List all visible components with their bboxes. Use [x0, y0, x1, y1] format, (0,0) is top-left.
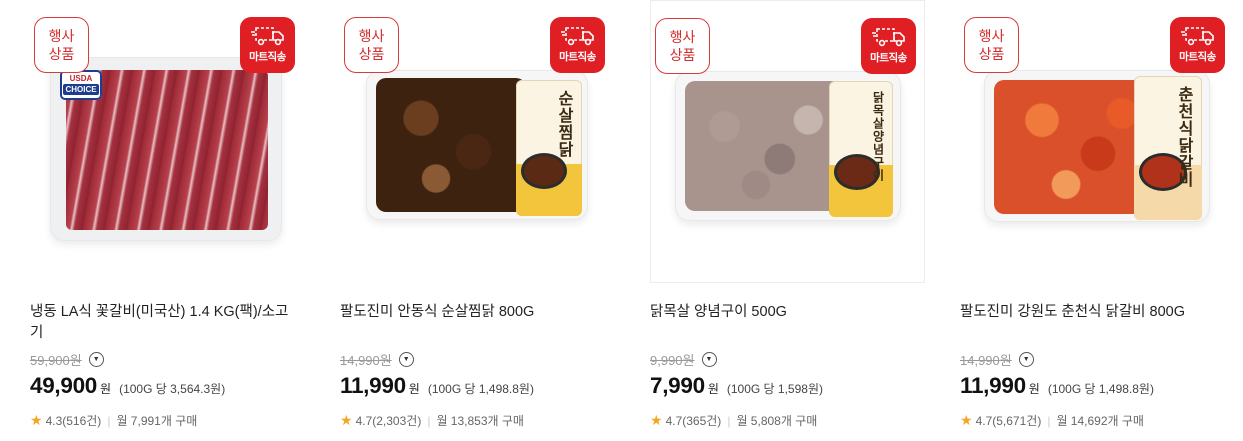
- event-product-badge: 행사 상품: [655, 18, 710, 74]
- sale-price: 7,990: [650, 373, 705, 398]
- package-title: 춘천식닭갈비: [1175, 86, 1194, 188]
- divider: |: [1047, 413, 1051, 428]
- product-image[interactable]: 닭목살양념구이 행사 상품 마트직송: [650, 0, 925, 283]
- rating-value: 4.7: [975, 413, 993, 428]
- delivery-truck-icon: [1180, 27, 1214, 46]
- price-currency: 원: [707, 382, 719, 396]
- product-card[interactable]: 닭목살양념구이 행사 상품 마트직송 닭목살 양념구이 500G 9,990원 …: [650, 0, 925, 441]
- sale-price-row: 49,900 원 (100G 당 3,564.3원): [30, 373, 225, 399]
- original-price: 59,900원: [30, 353, 82, 368]
- star-icon: ★: [960, 412, 973, 428]
- mart-delivery-badge: 마트직송: [550, 17, 605, 73]
- product-card[interactable]: 순살찜닭 행사 상품 마트직송 팔도진미 안동식 순살찜닭 800G 14,99…: [340, 0, 615, 441]
- monthly-purchase: 월 14,692개 구매: [1056, 414, 1144, 428]
- event-product-badge: 행사 상품: [34, 17, 89, 73]
- review-count: (516건): [62, 414, 102, 428]
- rating-row: ★ 4.3 (516건) | 월 7,991개 구매: [30, 412, 197, 429]
- original-price: 14,990원: [340, 353, 392, 368]
- original-price-row: 9,990원 ▼: [650, 350, 717, 369]
- review-count: (365건): [682, 414, 722, 428]
- star-icon: ★: [30, 412, 43, 428]
- delivery-truck-icon: [560, 27, 594, 46]
- price-currency: 원: [408, 382, 420, 396]
- product-card[interactable]: USDA CHOICE 행사 상품 마트직송 냉동 LA식 꽃갈비(미국산) 1…: [30, 0, 305, 441]
- divider: |: [427, 413, 431, 428]
- unit-price: (100G 당 1,498.8원): [1047, 382, 1154, 396]
- sale-price-row: 11,990 원 (100G 당 1,498.8원): [960, 373, 1154, 399]
- mart-delivery-badge: 마트직송: [1170, 17, 1225, 73]
- original-price-row: 14,990원 ▼: [340, 350, 414, 369]
- product-image[interactable]: 순살찜닭 행사 상품 마트직송: [340, 0, 615, 283]
- sale-price: 49,900: [30, 373, 98, 398]
- star-icon: ★: [650, 412, 663, 428]
- mart-delivery-badge: 마트직송: [240, 17, 295, 73]
- review-count: (5,671건): [992, 414, 1042, 428]
- rating-row: ★ 4.7 (5,671건) | 월 14,692개 구매: [960, 412, 1144, 429]
- package-title: 순살찜닭: [555, 90, 574, 158]
- rating-row: ★ 4.7 (365건) | 월 5,808개 구매: [650, 412, 817, 429]
- choice-text: CHOICE: [63, 84, 99, 95]
- star-icon: ★: [340, 412, 353, 428]
- package-label: 닭목살양념구이: [829, 81, 893, 217]
- sale-price-row: 11,990 원 (100G 당 1,498.8원): [340, 373, 534, 399]
- product-name[interactable]: 닭목살 양념구이 500G: [650, 302, 925, 323]
- delivery-truck-icon: [871, 28, 905, 47]
- unit-price: (100G 당 3,564.3원): [119, 382, 226, 396]
- product-name[interactable]: 팔도진미 안동식 순살찜닭 800G: [340, 302, 615, 323]
- monthly-purchase: 월 5,808개 구매: [736, 414, 818, 428]
- mart-delivery-badge: 마트직송: [861, 18, 916, 74]
- product-image[interactable]: USDA CHOICE 행사 상품 마트직송: [30, 0, 305, 283]
- sale-price: 11,990: [340, 373, 406, 398]
- package-label: 춘천식닭갈비: [1134, 76, 1202, 220]
- sale-price-row: 7,990 원 (100G 당 1,598원): [650, 373, 823, 399]
- unit-price: (100G 당 1,598원): [726, 382, 823, 396]
- price-currency: 원: [100, 382, 112, 396]
- rating-value: 4.3: [45, 413, 63, 428]
- original-price-row: 59,900원 ▼: [30, 350, 104, 369]
- product-name[interactable]: 냉동 LA식 꽃갈비(미국산) 1.4 KG(팩)/소고 기: [30, 302, 305, 344]
- spicy-chicken: [994, 80, 1154, 214]
- chevron-down-icon[interactable]: ▼: [398, 352, 414, 367]
- price-currency: 원: [1028, 382, 1040, 396]
- divider: |: [727, 413, 731, 428]
- original-price-row: 14,990원 ▼: [960, 350, 1034, 369]
- package-title: 닭목살양념구이: [871, 91, 885, 182]
- usda-choice-logo: USDA CHOICE: [60, 70, 102, 100]
- rating-value: 4.7: [355, 413, 373, 428]
- chicken-neck-meat: [685, 81, 843, 211]
- event-product-badge: 행사 상품: [344, 17, 399, 73]
- rating-value: 4.7: [665, 413, 683, 428]
- unit-price: (100G 당 1,498.8원): [427, 382, 534, 396]
- braised-chicken: [376, 78, 526, 212]
- rating-row: ★ 4.7 (2,303건) | 월 13,853개 구매: [340, 412, 524, 429]
- chevron-down-icon[interactable]: ▼: [701, 352, 717, 367]
- original-price: 14,990원: [960, 353, 1012, 368]
- delivery-truck-icon: [250, 27, 284, 46]
- product-name[interactable]: 팔도진미 강원도 춘천식 닭갈비 800G: [960, 302, 1235, 323]
- product-card[interactable]: 춘천식닭갈비 행사 상품 마트직송 팔도진미 강원도 춘천식 닭갈비 800G …: [960, 0, 1235, 441]
- review-count: (2,303건): [372, 414, 422, 428]
- monthly-purchase: 월 13,853개 구매: [436, 414, 524, 428]
- chevron-down-icon[interactable]: ▼: [88, 352, 104, 367]
- sale-price: 11,990: [960, 373, 1026, 398]
- product-image[interactable]: 춘천식닭갈비 행사 상품 마트직송: [960, 0, 1235, 283]
- package-label: 순살찜닭: [516, 80, 582, 216]
- event-product-badge: 행사 상품: [964, 17, 1019, 73]
- divider: |: [107, 413, 111, 428]
- chevron-down-icon[interactable]: ▼: [1018, 352, 1034, 367]
- monthly-purchase: 월 7,991개 구매: [116, 414, 198, 428]
- usda-text: USDA: [69, 74, 93, 83]
- original-price: 9,990원: [650, 353, 695, 368]
